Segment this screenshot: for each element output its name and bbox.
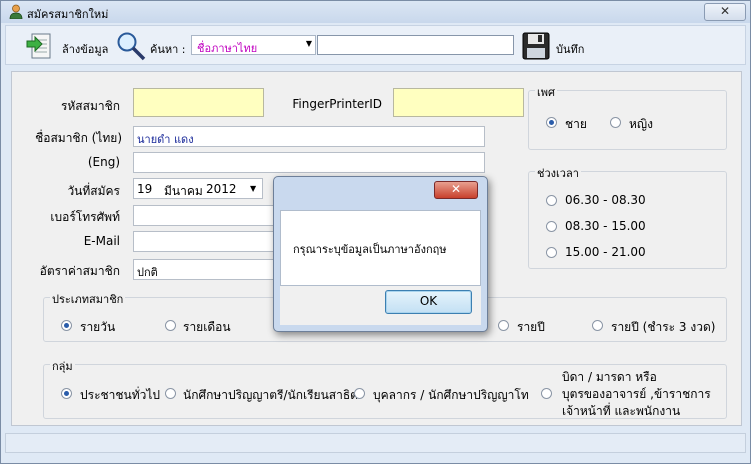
type-label-yearly-3: รายปี (ชำระ 3 งวด)	[611, 320, 716, 334]
time-label-1: 06.30 - 08.30	[565, 193, 646, 207]
dialog-message: กรุณาระบุข้อมูลเป็นภาษาอังกฤษ	[293, 243, 447, 256]
email-label: E-Mail	[83, 234, 120, 248]
search-input[interactable]	[317, 35, 514, 55]
group-radio-family[interactable]	[541, 388, 552, 399]
time-slot-group: ช่วงเวลา 06.30 - 08.30 08.30 - 15.00 15.…	[528, 164, 727, 269]
apply-date-picker[interactable]: 19 มีนาคม 2012 ▼	[133, 178, 263, 199]
type-label-daily: รายวัน	[80, 320, 116, 334]
toolbar: ล้างข้อมูล ค้นหา : ชื่อภาษาไทย ▼ บันทึก	[5, 25, 746, 65]
gender-title: เพศ	[535, 83, 557, 101]
gender-label-female: หญิง	[629, 117, 653, 131]
type-radio-daily[interactable]	[61, 320, 72, 331]
name-th-value: นายดำ แดง	[137, 133, 194, 146]
search-label: ค้นหา :	[150, 43, 186, 56]
phone-label: เบอร์โทรศัพท์	[50, 210, 120, 224]
ok-button[interactable]: OK	[385, 290, 472, 314]
clear-data-icon[interactable]	[26, 32, 52, 60]
close-icon: ✕	[450, 182, 462, 196]
apply-date-label: วันที่สมัคร	[67, 184, 120, 198]
window-title: สมัครสมาชิกใหม่	[27, 8, 109, 21]
member-group-group: กลุ่ม ประชาชนทั่วไป นักศึกษาปริญญาตรี/นั…	[43, 357, 727, 419]
dialog-close-button[interactable]: ✕	[434, 181, 478, 199]
member-type-title: ประเภทสมาชิก	[50, 290, 126, 308]
time-radio-1[interactable]	[546, 195, 557, 206]
time-label-2: 08.30 - 15.00	[565, 219, 646, 233]
dialog-body: กรุณาระบุข้อมูลเป็นภาษาอังกฤษ	[280, 210, 481, 286]
type-radio-yearly-3[interactable]	[592, 320, 603, 331]
search-icon[interactable]	[116, 31, 146, 61]
time-radio-2[interactable]	[546, 221, 557, 232]
date-year: 2012	[206, 182, 237, 196]
clear-data-button[interactable]: ล้างข้อมูล	[62, 40, 108, 58]
name-th-label: ชื่อสมาชิก (ไทย)	[35, 131, 122, 145]
date-day: 19	[137, 182, 153, 196]
status-bar	[5, 433, 746, 453]
fee-label: อัตราค่าสมาชิก	[39, 264, 120, 278]
group-radio-student[interactable]	[165, 388, 176, 399]
type-radio-yearly[interactable]	[498, 320, 509, 331]
window-close-button[interactable]: ✕	[704, 3, 746, 21]
title-bar[interactable]: สมัครสมาชิกใหม่ ✕	[1, 1, 750, 23]
member-group-title: กลุ่ม	[50, 357, 75, 375]
group-radio-staff[interactable]	[354, 388, 365, 399]
close-icon: ✕	[719, 4, 731, 18]
gender-label-male: ชาย	[565, 117, 587, 131]
finger-id-label: FingerPrinterID	[292, 97, 382, 111]
save-button[interactable]: บันทึก	[556, 40, 584, 58]
time-label-3: 15.00 - 21.00	[565, 245, 646, 259]
finger-id-input[interactable]	[393, 88, 524, 117]
member-id-label: รหัสสมาชิก	[60, 99, 120, 113]
group-label-public: ประชาชนทั่วไป	[80, 388, 161, 402]
gender-radio-male[interactable]	[546, 117, 557, 128]
type-label-monthly: รายเดือน	[183, 320, 231, 334]
time-radio-3[interactable]	[546, 247, 557, 258]
message-dialog: ✕ กรุณาระบุข้อมูลเป็นภาษาอังกฤษ OK	[273, 176, 488, 332]
group-radio-public[interactable]	[61, 388, 72, 399]
name-en-label: (Eng)	[87, 155, 120, 169]
date-dropdown-icon[interactable]: ▼	[250, 184, 256, 193]
group-label-staff: บุคลากร / นักศึกษาปริญญาโท	[373, 388, 529, 402]
date-month: มีนาคม	[164, 184, 203, 198]
gender-radio-female[interactable]	[610, 117, 621, 128]
group-label-family-3: เจ้าหน้าที่ และพนักงาน	[562, 404, 681, 418]
member-id-input[interactable]	[133, 88, 264, 117]
user-app-icon	[9, 4, 23, 19]
chevron-down-icon: ▼	[305, 39, 312, 48]
search-mode-value: ชื่อภาษาไทย	[197, 42, 258, 55]
search-mode-select[interactable]: ชื่อภาษาไทย ▼	[191, 35, 316, 55]
name-en-input[interactable]	[133, 152, 485, 173]
gender-group: เพศ ชาย หญิง	[528, 83, 727, 150]
save-disk-icon[interactable]	[522, 32, 550, 60]
type-label-yearly: รายปี	[517, 320, 545, 334]
group-label-student: นักศึกษาปริญญาตรี/นักเรียนสาธิต	[183, 388, 358, 402]
type-radio-monthly[interactable]	[165, 320, 176, 331]
time-slot-title: ช่วงเวลา	[535, 164, 581, 182]
fee-value: ปกติ	[137, 266, 158, 279]
dialog-footer: OK	[280, 286, 481, 325]
name-th-input[interactable]: นายดำ แดง	[133, 126, 485, 147]
